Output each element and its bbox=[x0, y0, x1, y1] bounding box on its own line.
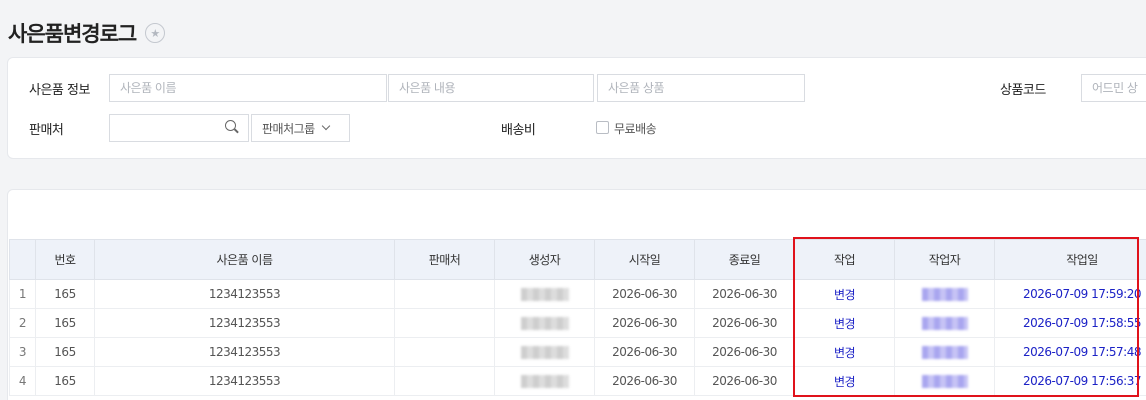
product-code-label: 상품코드 bbox=[1000, 83, 1046, 98]
free-shipping-checkbox[interactable] bbox=[596, 121, 609, 134]
cell-worker bbox=[894, 337, 995, 367]
redacted-worker bbox=[921, 346, 968, 359]
cell-no: 165 bbox=[35, 308, 95, 338]
cell-no: 165 bbox=[35, 366, 95, 396]
cell-creator bbox=[494, 337, 595, 367]
row-index: 3 bbox=[9, 337, 36, 367]
cell-gift-name: 1234123553 bbox=[94, 366, 395, 396]
gift-change-log-table: 번호 사은품 이름 판매처 생성자 시작일 종료일 작업 작업자 작업일 1 1… bbox=[9, 239, 1146, 396]
cell-action: 변경 bbox=[794, 337, 895, 367]
header-gift-name[interactable]: 사은품 이름 bbox=[94, 239, 395, 280]
cell-end-date: 2026-06-30 bbox=[694, 337, 795, 367]
cell-worker bbox=[894, 308, 995, 338]
title-bar: 사은품변경로그 ★ bbox=[8, 18, 166, 48]
cell-work-date: 2026-07-09 17:56:37 bbox=[994, 366, 1146, 396]
cell-seller bbox=[394, 337, 495, 367]
redacted-worker bbox=[921, 375, 968, 388]
product-code-input[interactable] bbox=[1081, 74, 1146, 102]
cell-gift-name: 1234123553 bbox=[94, 308, 395, 338]
cell-end-date: 2026-06-30 bbox=[694, 308, 795, 338]
gift-info-label: 사은품 정보 bbox=[29, 83, 90, 98]
header-action[interactable]: 작업 bbox=[794, 239, 895, 280]
seller-label: 판매처 bbox=[29, 123, 64, 138]
redacted-worker bbox=[921, 317, 968, 330]
table-row[interactable]: 3 165 1234123553 2026-06-30 2026-06-30 변… bbox=[9, 337, 1146, 367]
gift-product-input[interactable] bbox=[597, 74, 805, 102]
cell-work-date: 2026-07-09 17:59:20 bbox=[994, 279, 1146, 309]
row-index: 1 bbox=[9, 279, 36, 309]
redacted-creator bbox=[520, 346, 569, 359]
table-row[interactable]: 4 165 1234123553 2026-06-30 2026-06-30 변… bbox=[9, 366, 1146, 396]
gift-name-input[interactable] bbox=[109, 74, 387, 102]
cell-start-date: 2026-06-30 bbox=[594, 308, 695, 338]
header-seller[interactable]: 판매처 bbox=[394, 239, 495, 280]
redacted-creator bbox=[520, 288, 569, 301]
redacted-creator bbox=[520, 375, 569, 388]
header-worker[interactable]: 작업자 bbox=[894, 239, 995, 280]
cell-end-date: 2026-06-30 bbox=[694, 366, 795, 396]
cell-action: 변경 bbox=[794, 279, 895, 309]
seller-group-dropdown[interactable]: 판매처그룹 bbox=[251, 114, 350, 142]
header-no[interactable]: 번호 bbox=[35, 239, 95, 280]
cell-start-date: 2026-06-30 bbox=[594, 279, 695, 309]
redacted-worker bbox=[921, 288, 968, 301]
cell-start-date: 2026-06-30 bbox=[594, 366, 695, 396]
search-panel: 사은품 정보 상품코드 판매처 판매처그룹 배송비 무료배송 bbox=[7, 57, 1146, 159]
cell-no: 165 bbox=[35, 279, 95, 309]
cell-creator bbox=[494, 366, 595, 396]
page-title: 사은품변경로그 bbox=[8, 22, 137, 46]
cell-seller bbox=[394, 308, 495, 338]
search-icon[interactable] bbox=[225, 120, 239, 134]
redacted-creator bbox=[520, 317, 569, 330]
cell-seller bbox=[394, 279, 495, 309]
table-header-row: 번호 사은품 이름 판매처 생성자 시작일 종료일 작업 작업자 작업일 bbox=[9, 239, 1146, 280]
row-index: 2 bbox=[9, 308, 36, 338]
gift-content-input[interactable] bbox=[388, 74, 594, 102]
cell-start-date: 2026-06-30 bbox=[594, 337, 695, 367]
header-creator[interactable]: 생성자 bbox=[494, 239, 595, 280]
header-end-date[interactable]: 종료일 bbox=[694, 239, 795, 280]
table-row[interactable]: 2 165 1234123553 2026-06-30 2026-06-30 변… bbox=[9, 308, 1146, 338]
seller-search-field bbox=[109, 114, 249, 142]
table-panel: 번호 사은품 이름 판매처 생성자 시작일 종료일 작업 작업자 작업일 1 1… bbox=[7, 189, 1146, 400]
free-shipping-label: 무료배송 bbox=[614, 122, 657, 136]
chevron-down-icon bbox=[321, 121, 330, 131]
cell-creator bbox=[494, 279, 595, 309]
cell-work-date: 2026-07-09 17:57:48 bbox=[994, 337, 1146, 367]
cell-worker bbox=[894, 279, 995, 309]
star-icon[interactable]: ★ bbox=[145, 23, 166, 43]
cell-no: 165 bbox=[35, 337, 95, 367]
cell-creator bbox=[494, 308, 595, 338]
header-index bbox=[9, 239, 36, 280]
cell-work-date: 2026-07-09 17:58:55 bbox=[994, 308, 1146, 338]
cell-action: 변경 bbox=[794, 366, 895, 396]
cell-gift-name: 1234123553 bbox=[94, 337, 395, 367]
cell-action: 변경 bbox=[794, 308, 895, 338]
row-index: 4 bbox=[9, 366, 36, 396]
cell-gift-name: 1234123553 bbox=[94, 279, 395, 309]
shipping-label: 배송비 bbox=[501, 123, 536, 138]
table-row[interactable]: 1 165 1234123553 2026-06-30 2026-06-30 변… bbox=[9, 279, 1146, 309]
cell-seller bbox=[394, 366, 495, 396]
seller-group-label: 판매처그룹 bbox=[262, 121, 315, 136]
cell-end-date: 2026-06-30 bbox=[694, 279, 795, 309]
header-start-date[interactable]: 시작일 bbox=[594, 239, 695, 280]
header-work-date[interactable]: 작업일 bbox=[994, 239, 1146, 280]
cell-worker bbox=[894, 366, 995, 396]
